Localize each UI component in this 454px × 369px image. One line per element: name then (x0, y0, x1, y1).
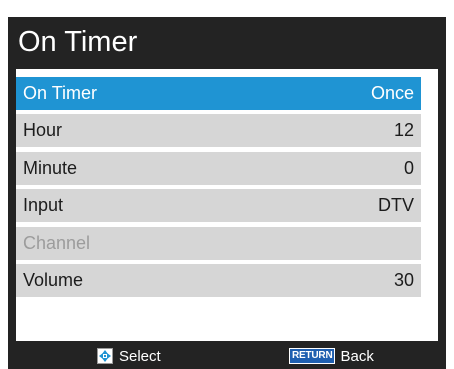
row-label: On Timer (23, 83, 98, 103)
menu-title: On Timer (18, 26, 138, 58)
row-value: DTV (378, 195, 414, 215)
menu-row-channel: Channel (16, 227, 421, 260)
dpad-icon (97, 348, 113, 364)
row-value: 12 (393, 120, 414, 140)
row-label: Channel (23, 233, 91, 253)
menu-row-hour[interactable]: Hour 12 (16, 114, 421, 147)
row-label: Hour (23, 120, 63, 140)
row-label: Volume (23, 270, 84, 290)
back-hint: RETURN Back (289, 347, 374, 365)
row-label: Minute (23, 158, 78, 178)
menu-row-volume[interactable]: Volume 30 (16, 264, 421, 297)
row-value: 30 (393, 270, 414, 290)
return-key-icon: RETURN (289, 348, 336, 364)
row-value: 0 (403, 158, 414, 178)
menu-row-on-timer[interactable]: On Timer Once (16, 77, 421, 110)
back-label: Back (340, 347, 374, 365)
menu-row-input[interactable]: Input DTV (16, 189, 421, 222)
row-label: Input (23, 195, 64, 215)
select-hint: Select (97, 347, 161, 365)
menu-row-minute[interactable]: Minute 0 (16, 152, 421, 185)
select-label: Select (119, 347, 161, 365)
footer-hints: Select RETURN Back (8, 341, 446, 369)
row-value: Once (370, 83, 414, 103)
